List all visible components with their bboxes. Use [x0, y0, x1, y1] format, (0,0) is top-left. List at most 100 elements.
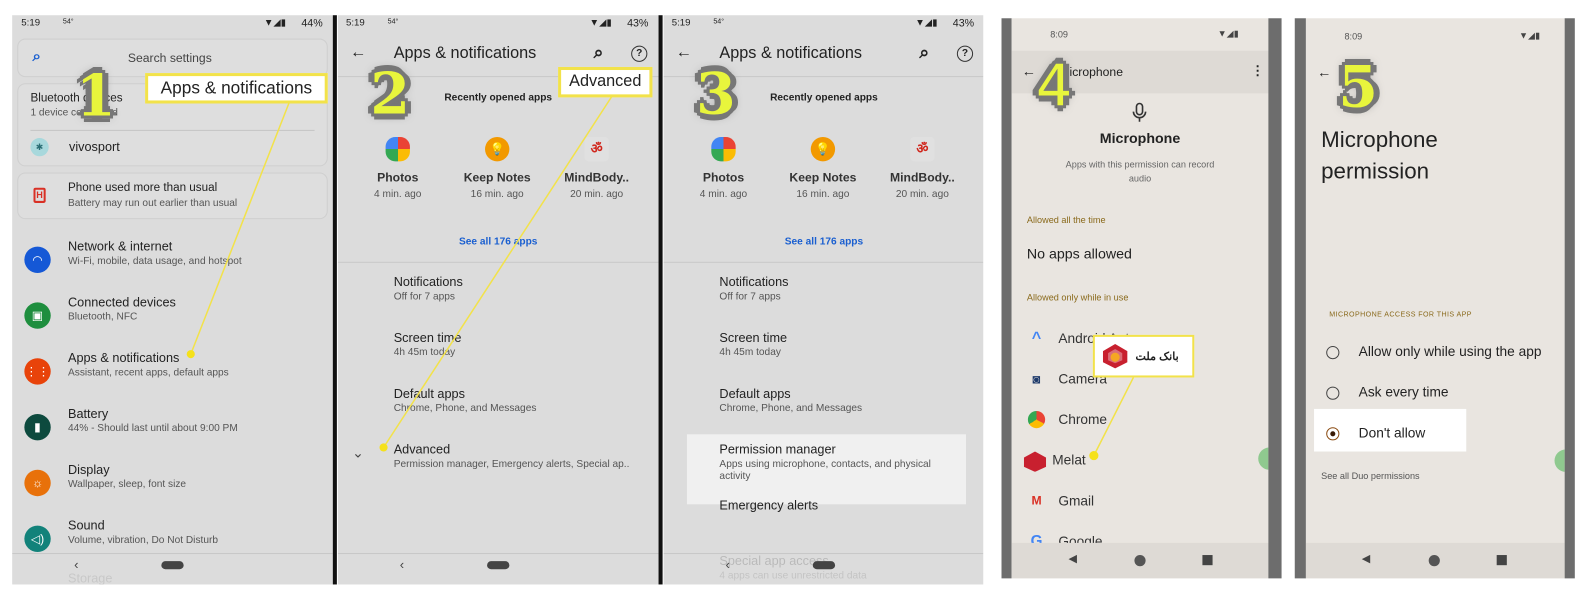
page-title-line2: permission: [1321, 158, 1430, 184]
settings-item-screen-time[interactable]: Screen time 4h 45m today: [664, 329, 984, 378]
apps-notifications-screen: 5:19 54° ▼◢▮ 43% ← Apps & notifications ⌕? Rece…: [337, 15, 659, 585]
microphone-icon: [1132, 102, 1147, 122]
status-icons: ▼◢▮: [589, 17, 612, 29]
see-all-apps-link[interactable]: See all 176 apps: [664, 236, 984, 247]
item-subtitle: 4 apps can use unrestricted data: [719, 570, 867, 582]
help-icon[interactable]: ?: [956, 45, 974, 62]
recent-app[interactable]: Photos 4 min. ago: [678, 135, 769, 206]
back-nav-icon[interactable]: ‹: [726, 557, 730, 572]
settings-item-title: Network & internet: [67, 239, 173, 254]
back-arrow-icon[interactable]: ←: [1022, 63, 1036, 79]
home-pill[interactable]: [487, 561, 510, 570]
recent-app[interactable]: Photos 4 min. ago: [352, 135, 443, 206]
mindbody-app-icon: ॐ: [584, 136, 609, 162]
settings-item-wifi[interactable]: ◠ Network & internet Wi-Fi, mobile, data u…: [12, 238, 333, 289]
settings-item-display[interactable]: ☼ Display Wallpaper, sleep, font size: [12, 462, 333, 513]
wifi-icon: ◠: [24, 246, 51, 273]
settings-item-subtitle: Wi-Fi, mobile, data usage, and hotspot: [67, 255, 242, 267]
bank-name-persian: بانک ملت: [1135, 350, 1179, 363]
status-battery: 44%: [301, 17, 323, 30]
callout-advanced: Advanced: [558, 66, 653, 98]
floating-button[interactable]: [1554, 449, 1565, 472]
no-apps-allowed: No apps allowed: [1026, 245, 1132, 262]
search-placeholder: Search settings: [127, 50, 212, 65]
device-vivosport[interactable]: vivosport: [69, 140, 120, 154]
item-title: Default apps: [719, 386, 791, 401]
microphone-permission-list-screen: 8:09 ▼◢▮ ← Microphone ⋮ Microphone Apps …: [1011, 18, 1269, 579]
more-options-icon[interactable]: ⋮: [1251, 63, 1264, 79]
settings-item-emergency-alerts[interactable]: Emergency alerts: [664, 496, 984, 545]
step-badge-1: 1: [76, 62, 116, 130]
panel-divider: [658, 15, 663, 585]
back-nav-icon[interactable]: ‹: [400, 557, 404, 572]
home-nav-icon[interactable]: [1134, 555, 1146, 567]
search-icon[interactable]: ⌕: [594, 43, 604, 63]
settings-item-notifications[interactable]: Notifications Off for 7 apps: [338, 273, 659, 322]
see-all-apps-link[interactable]: See all 176 apps: [338, 236, 659, 247]
see-all-duo-permissions-link[interactable]: See all Duo permissions: [1321, 471, 1419, 481]
gmail-icon: M: [1031, 493, 1042, 508]
back-nav-icon[interactable]: ◀: [1362, 552, 1371, 565]
page-title: Apps & notifications: [719, 44, 863, 62]
settings-item-subtitle: Volume, vibration, Do Not Disturb: [67, 534, 219, 546]
search-settings-bar[interactable]: ⌕ Search settings: [17, 38, 328, 78]
settings-item-title: Connected devices: [67, 295, 176, 310]
recent-app-name: Keep Notes: [463, 170, 531, 185]
radio-checked-icon[interactable]: [1326, 427, 1340, 441]
search-icon[interactable]: ⌕: [919, 43, 929, 63]
chrome-icon: [1027, 410, 1046, 429]
back-nav-icon[interactable]: ◀: [1068, 552, 1077, 565]
recent-app[interactable]: 💡 Keep Notes 16 min. ago: [452, 135, 543, 206]
apps-notifications-advanced-screen: 5:19 54° ▼◢▮ 43% ← Apps & notifications ⌕? Rece…: [663, 15, 984, 585]
settings-item-battery[interactable]: ▮ Battery 44% - Should last until about 9:…: [12, 406, 333, 457]
recent-app[interactable]: ॐ MindBody.. 20 min. ago: [877, 135, 968, 206]
nav-bar-divider: [663, 553, 984, 555]
home-pill[interactable]: [161, 561, 184, 570]
recent-app[interactable]: ॐ MindBody.. 20 min. ago: [551, 135, 642, 206]
page-title: Apps & notifications: [393, 44, 537, 62]
settings-item-subtitle: Bluetooth, NFC: [67, 311, 138, 323]
settings-item-default-apps[interactable]: Default apps Chrome, Phone, and Messages: [338, 385, 659, 434]
app-item[interactable]: Melat: [1012, 442, 1269, 479]
home-nav-icon[interactable]: [1428, 555, 1440, 567]
settings-item-devices[interactable]: ▣ Connected devices Bluetooth, NFC: [12, 294, 333, 345]
back-arrow-icon[interactable]: ←: [1317, 64, 1331, 80]
settings-item-notifications[interactable]: Notifications Off for 7 apps: [664, 273, 984, 322]
settings-item-advanced[interactable]: Advanced Permission manager, Emergency al…: [338, 440, 659, 489]
status-battery: 43%: [952, 17, 975, 30]
suggestion-card[interactable]: H Phone used more than usual Battery may…: [17, 172, 328, 220]
settings-item-default-apps[interactable]: Default apps Chrome, Phone, and Messages: [664, 385, 984, 434]
item-title: Permission manager: [719, 442, 836, 457]
step-badge-5: 5: [1338, 53, 1378, 121]
recent-app[interactable]: 💡 Keep Notes 16 min. ago: [777, 135, 868, 206]
recent-app-time: 20 min. ago: [895, 188, 949, 200]
help-icon[interactable]: ?: [631, 45, 648, 62]
settings-item-apps-grid[interactable]: ⋮⋮ Apps & notifications Assistant, recent …: [12, 350, 333, 401]
section-allowed-all-time: Allowed all the time: [1026, 215, 1106, 226]
section-label: MICROPHONE ACCESS FOR THIS APP: [1329, 311, 1472, 319]
item-subtitle: 4h 45m today: [719, 347, 781, 359]
app-item[interactable]: M Gmail: [1012, 483, 1269, 520]
app-item[interactable]: Chrome: [1012, 402, 1269, 439]
status-temp: 54°: [713, 18, 725, 26]
recents-nav-icon[interactable]: [1496, 555, 1507, 566]
back-arrow-icon[interactable]: ←: [676, 44, 692, 62]
back-nav-icon[interactable]: ‹: [74, 557, 78, 572]
home-pill[interactable]: [812, 561, 836, 570]
recent-app-time: 16 min. ago: [796, 188, 850, 200]
settings-item-title: Apps & notifications: [67, 351, 180, 366]
settings-item-permission-manager[interactable]: Permission manager Apps using microphone,…: [664, 440, 984, 489]
recents-nav-icon[interactable]: [1202, 555, 1213, 566]
radio-option[interactable]: Don't allow: [1306, 419, 1565, 449]
search-icon: ⌕: [32, 47, 42, 65]
suggestion-subtitle: Battery may run out earlier than usual: [67, 197, 238, 210]
status-temp: 54°: [62, 18, 74, 26]
item-title: Default apps: [393, 386, 465, 401]
settings-item-screen-time[interactable]: Screen time 4h 45m today: [338, 329, 659, 378]
back-arrow-icon[interactable]: ←: [350, 44, 366, 62]
radio-option[interactable]: Allow only while using the app: [1306, 338, 1565, 368]
radio-unchecked-icon[interactable]: [1326, 346, 1340, 360]
radio-option[interactable]: Ask every time: [1306, 378, 1565, 408]
radio-unchecked-icon[interactable]: [1326, 386, 1340, 400]
chevron-down-icon: ⌄: [352, 444, 365, 461]
